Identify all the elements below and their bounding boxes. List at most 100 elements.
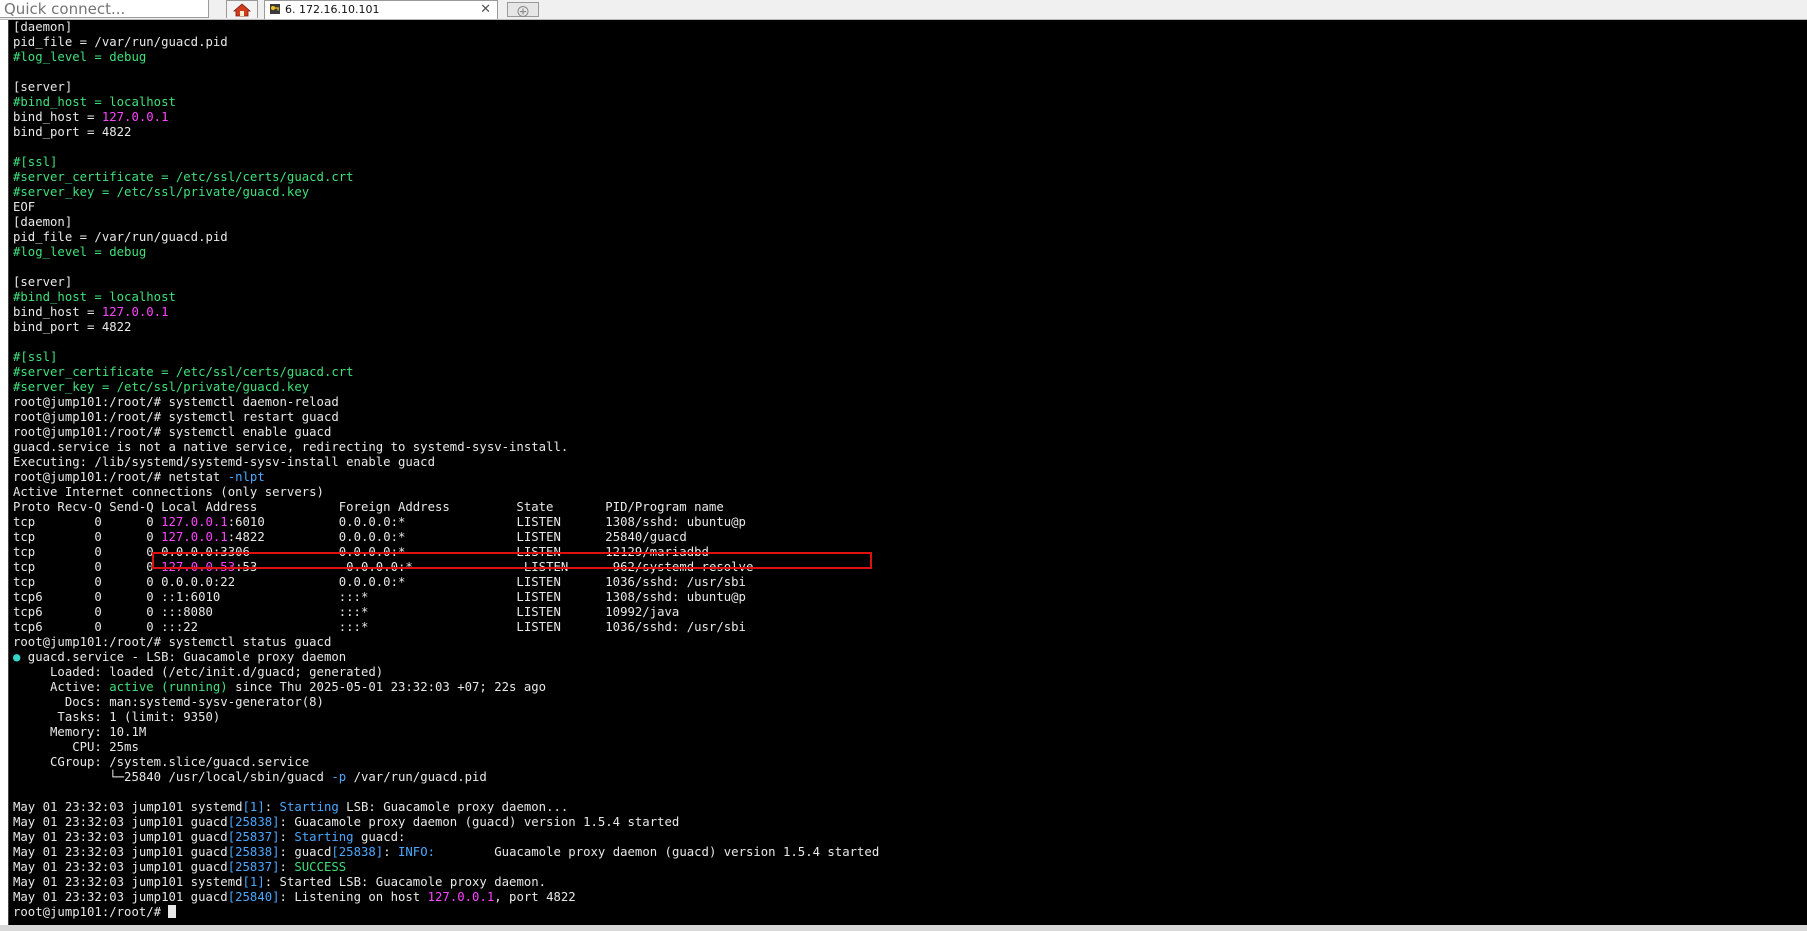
terminal-text: tcp6 0 0 :::22 :::* LISTEN 1036/sshd: /u… [13,620,746,634]
terminal-line: ​ [13,140,879,155]
terminal-text: [25837] [227,830,280,844]
terminal-text: [25837] [227,860,280,874]
terminal-line: root@jump101:/root/# systemctl daemon-re… [13,395,879,410]
terminal-line: May 01 23:32:03 jump101 guacd[25838]: gu… [13,845,879,860]
terminal-text: #[ssl] [13,350,58,364]
terminal-line: [server] [13,275,879,290]
terminal-line: Tasks: 1 (limit: 9350) [13,710,879,725]
terminal-line: bind_port = 4822 [13,125,879,140]
terminal-text: tcp 0 0 0.0.0.0:22 0.0.0.0:* LISTEN 1036… [13,575,746,589]
terminal-line: root@jump101:/root/# netstat -nlpt [13,470,879,485]
terminal-line: Active: active (running) since Thu 2025-… [13,680,879,695]
terminal-text: 127.0.0.1 [101,110,169,124]
terminal-line: pid_file = /var/run/guacd.pid [13,230,879,245]
session-tab[interactable]: 6. 172.16.10.101 ✕ [264,0,498,19]
terminal-text: :6010 0.0.0.0:* LISTEN 1308/sshd: ubuntu… [227,515,746,529]
terminal-line: tcp6 0 0 ::1:6010 :::* LISTEN 1308/sshd:… [13,590,879,605]
terminal-text: LSB: Guacamole proxy daemon... [338,800,569,814]
new-tab-button[interactable] [507,2,539,17]
terminal-text: May 01 23:32:03 jump101 guacd [13,815,228,829]
terminal-line: Memory: 10.1M [13,725,879,740]
session-toolbar: 6. 172.16.10.101 ✕ [0,0,1807,20]
terminal-line: #bind_host = localhost [13,290,879,305]
terminal-line: bind_port = 4822 [13,320,879,335]
terminal-line: ​ [13,260,879,275]
terminal-text: pid_file = /var/run/guacd.pid [13,35,228,49]
terminal-text: [25838] [227,815,280,829]
terminal-text: #server_certificate = /etc/ssl/certs/gua… [13,170,354,184]
terminal-text: :4822 0.0.0.0:* LISTEN 25840/guacd [227,530,687,544]
terminal-text: tcp6 0 0 ::1:6010 :::* LISTEN 1308/sshd:… [13,590,746,604]
terminal-text: Starting [294,830,354,844]
terminal-line: ​ [13,335,879,350]
terminal-line: root@jump101:/root/# systemctl enable gu… [13,425,879,440]
close-icon[interactable]: ✕ [480,1,491,18]
terminal-text: #server_key = /etc/ssl/private/guacd.key [13,380,310,394]
terminal-text: , port 4822 [494,890,576,904]
terminal-line: ● guacd.service - LSB: Guacamole proxy d… [13,650,879,665]
terminal-text: May 01 23:32:03 jump101 systemd [13,875,243,889]
terminal-text: #[ssl] [13,155,58,169]
terminal-line: root@jump101:/root/# systemctl restart g… [13,410,879,425]
terminal-line: tcp 0 0 127.0.0.1:4822 0.0.0.0:* LISTEN … [13,530,879,545]
terminal-line: #log_level = debug [13,245,879,260]
terminal-output[interactable]: [daemon] pid_file = /var/run/guacd.pid #lo… [13,20,879,920]
quick-connect-input[interactable] [0,0,209,18]
terminal-text: #log_level = debug [13,50,147,64]
terminal-line: Loaded: loaded (/etc/init.d/guacd; gener… [13,665,879,680]
terminal-text: -p [331,770,347,784]
terminal-line: May 01 23:32:03 jump101 guacd[25840]: Li… [13,890,879,905]
key-icon [270,4,280,14]
terminal-text: Starting [279,800,339,814]
terminal-line: └─25840 /usr/local/sbin/guacd -p /var/ru… [13,770,879,785]
terminal-line: May 01 23:32:03 jump101 guacd[25838]: Gu… [13,815,879,830]
terminal-text: CPU: 25ms [13,740,139,754]
plus-icon [517,6,529,17]
terminal-text: bind_host = [13,110,102,124]
terminal-text: 127.0.0.1 [427,890,495,904]
terminal-text: May 01 23:32:03 jump101 guacd [13,860,228,874]
terminal-text: bind_port = 4822 [13,320,132,334]
terminal-line: bind_host = 127.0.0.1 [13,305,879,320]
terminal-text: #server_certificate = /etc/ssl/certs/gua… [13,365,354,379]
terminal-text: : guacd [279,845,332,859]
terminal-text: root@jump101:/root/# systemctl enable gu… [13,425,332,439]
terminal-text: CGroup: /system.slice/guacd.service [13,755,310,769]
terminal-line: #server_key = /etc/ssl/private/guacd.key [13,380,879,395]
terminal-text: Memory: 10.1M [13,725,147,739]
terminal-text: └─25840 /usr/local/sbin/guacd [13,770,332,784]
terminal-panel[interactable]: [daemon] pid_file = /var/run/guacd.pid #lo… [8,20,1807,925]
terminal-text: #bind_host = localhost [13,290,176,304]
terminal-text: SUCCESS [294,860,347,874]
status-strip [0,925,1807,931]
terminal-line: [server] [13,80,879,95]
terminal-line: tcp6 0 0 :::8080 :::* LISTEN 10992/java [13,605,879,620]
terminal-line: guacd.service is not a native service, r… [13,440,879,455]
terminal-line: #[ssl] [13,155,879,170]
terminal-text: guacd: [353,830,406,844]
terminal-line: tcp6 0 0 :::22 :::* LISTEN 1036/sshd: /u… [13,620,879,635]
terminal-text: tcp 0 0 0.0.0.0:3306 0.0.0.0:* LISTEN 12… [13,545,709,559]
terminal-text: bind_port = 4822 [13,125,132,139]
terminal-text: May 01 23:32:03 jump101 guacd [13,830,228,844]
terminal-line: #server_certificate = /etc/ssl/certs/gua… [13,170,879,185]
terminal-text: root@jump101:/root/# systemctl daemon-re… [13,395,339,409]
terminal-text: : [279,860,295,874]
terminal-line: [daemon] [13,215,879,230]
terminal-text: [1] [242,875,265,889]
terminal-text: : Listening on host [279,890,428,904]
terminal-line: Executing: /lib/systemd/systemd-sysv-ins… [13,455,879,470]
terminal-text: EOF [13,200,36,214]
terminal-text: May 01 23:32:03 jump101 guacd [13,845,228,859]
terminal-text: guacd.service is not a native service, r… [13,440,569,454]
terminal-text: guacd.service - LSB: Guacamole proxy dae… [20,650,347,664]
terminal-line: May 01 23:32:03 jump101 guacd[25837]: St… [13,830,879,845]
terminal-text: [daemon] [13,20,73,34]
terminal-text: root@jump101:/root/# systemctl status gu… [13,635,332,649]
terminal-text: Guacamole proxy daemon (guacd) version 1… [435,845,880,859]
terminal-text: [25840] [227,890,280,904]
home-tab[interactable] [226,0,258,18]
terminal-text: 127.0.0.1 [161,530,228,544]
terminal-line: #log_level = debug [13,50,879,65]
terminal-text: [25838] [227,845,280,859]
